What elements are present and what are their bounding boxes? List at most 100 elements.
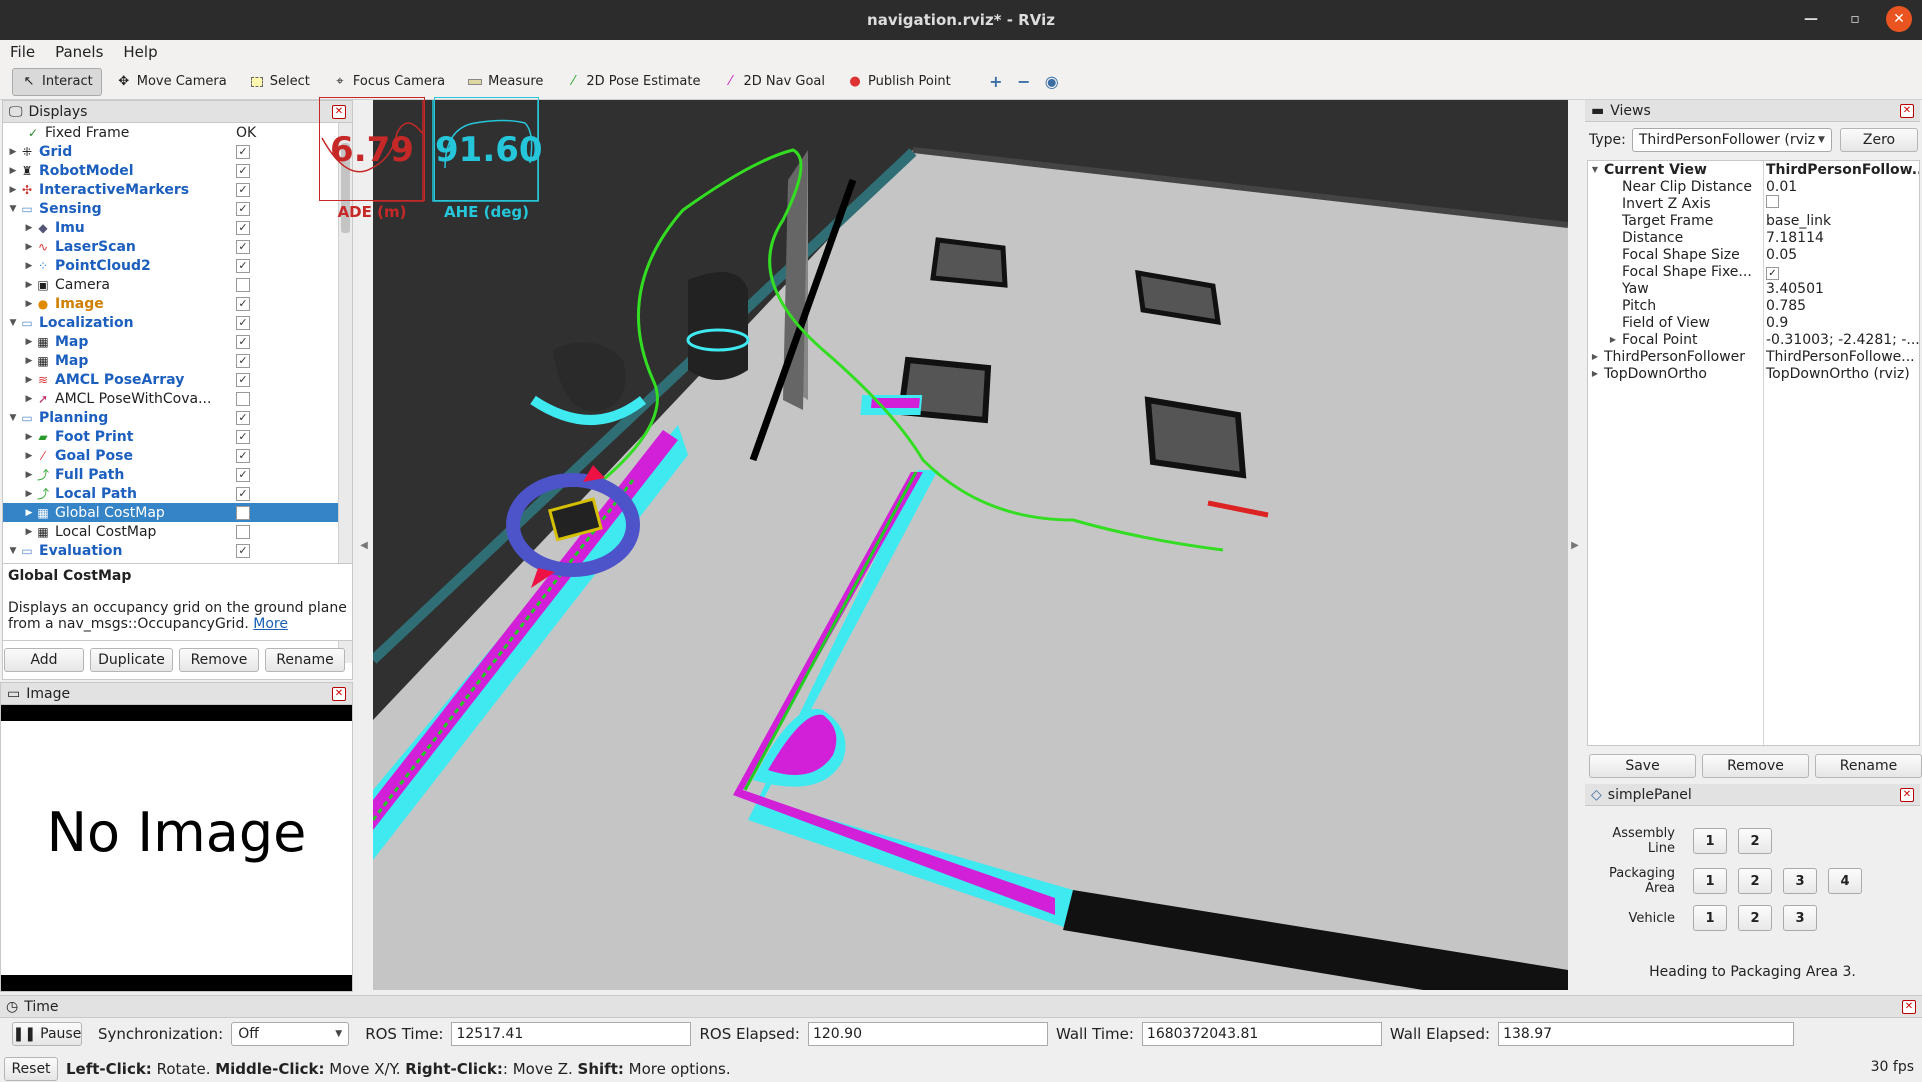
prop-row[interactable]: Distance 7.18114 bbox=[1588, 229, 1919, 246]
visibility-checkbox[interactable]: ✓ bbox=[236, 467, 250, 482]
visibility-checkbox[interactable]: ✓ bbox=[236, 239, 250, 254]
wall-time-field[interactable]: 1680372043.81 bbox=[1141, 1022, 1382, 1046]
pose-estimate-tool-button[interactable]: ⁄ 2D Pose Estimate bbox=[557, 68, 708, 96]
move-camera-tool-button[interactable]: ✥ Move Camera bbox=[108, 68, 235, 96]
tree-row-laserscan[interactable]: ▶ ∿ LaserScan ✓ bbox=[3, 237, 338, 256]
expand-arrow-icon[interactable]: ▶ bbox=[23, 527, 35, 537]
visibility-checkbox[interactable]: ✓ bbox=[236, 410, 250, 425]
tree-row-map[interactable]: ▶ ▦ Map ✓ bbox=[3, 332, 338, 351]
prop-value[interactable]: -0.31003; -2.4281; -... bbox=[1763, 332, 1919, 348]
sync-select[interactable]: Off ▼ bbox=[231, 1022, 350, 1046]
publish-point-tool-button[interactable]: ● Publish Point bbox=[839, 68, 959, 96]
prop-row[interactable]: Focal Shape Fixe... ✓ bbox=[1588, 263, 1919, 280]
expand-arrow-icon[interactable]: ▶ bbox=[1588, 369, 1602, 378]
visibility-checkbox[interactable]: ✓ bbox=[236, 163, 250, 178]
tree-row-amcl-posearray[interactable]: ▶ ≋ AMCL PoseArray ✓ bbox=[3, 370, 338, 389]
collapse-arrow-icon[interactable]: ▼ bbox=[1588, 165, 1602, 174]
prop-row[interactable]: Near Clip Distance 0.01 bbox=[1588, 178, 1919, 195]
prop-row[interactable]: Focal Shape Size 0.05 bbox=[1588, 246, 1919, 263]
right-splitter[interactable]: ▶ bbox=[1568, 100, 1582, 990]
panel-close-icon[interactable]: ✕ bbox=[1900, 103, 1914, 118]
tree-row-planning[interactable]: ▼ ▭ Planning ✓ bbox=[3, 408, 338, 427]
left-splitter[interactable]: ◀ bbox=[358, 100, 370, 990]
panel-close-icon[interactable]: ✕ bbox=[1902, 999, 1916, 1014]
packaging-area-1-button[interactable]: 1 bbox=[1693, 868, 1727, 894]
ros-elapsed-field[interactable]: 120.90 bbox=[807, 1022, 1048, 1046]
tree-row-image[interactable]: ▶ ● Image ✓ bbox=[3, 294, 338, 313]
visibility-checkbox[interactable]: ✓ bbox=[236, 334, 250, 349]
expand-arrow-icon[interactable]: ▶ bbox=[23, 356, 35, 366]
prop-value[interactable]: 7.18114 bbox=[1763, 230, 1919, 246]
tree-row-localpath[interactable]: ▶ ⤴ Local Path ✓ bbox=[3, 484, 338, 503]
expand-arrow-icon[interactable]: ▶ bbox=[23, 394, 35, 404]
view-type-select[interactable]: ThirdPersonFollower (rviz ▼ bbox=[1631, 128, 1832, 152]
panel-close-icon[interactable]: ✕ bbox=[332, 686, 346, 701]
visibility-checkbox[interactable]: ✓ bbox=[236, 353, 250, 368]
menu-panels[interactable]: Panels bbox=[53, 43, 105, 61]
expand-arrow-icon[interactable]: ▶ bbox=[23, 223, 35, 233]
prop-value[interactable]: 0.785 bbox=[1763, 298, 1919, 314]
expand-arrow-icon[interactable]: ▶ bbox=[23, 375, 35, 385]
tree-row-fixed-frame[interactable]: ✓ Fixed Frame OK bbox=[3, 123, 338, 142]
pause-button[interactable]: ❚❚ Pause bbox=[12, 1022, 82, 1046]
expand-arrow-icon[interactable]: ▶ bbox=[1606, 335, 1620, 344]
visibility-checkbox[interactable] bbox=[236, 524, 250, 539]
prop-row[interactable]: Yaw 3.40501 bbox=[1588, 280, 1919, 297]
tree-row-localization[interactable]: ▼ ▭ Localization ✓ bbox=[3, 313, 338, 332]
collapse-arrow-icon[interactable]: ▼ bbox=[7, 546, 19, 556]
visibility-checkbox[interactable] bbox=[236, 391, 250, 406]
remove-view-button[interactable]: Remove bbox=[1702, 754, 1809, 778]
prop-value[interactable]: 0.01 bbox=[1763, 179, 1919, 195]
eye-icon[interactable]: ◉ bbox=[1041, 71, 1063, 93]
packaging-area-4-button[interactable]: 4 bbox=[1828, 868, 1862, 894]
vehicle-2-button[interactable]: 2 bbox=[1738, 905, 1772, 931]
save-view-button[interactable]: Save bbox=[1589, 754, 1696, 778]
tree-row-global-costmap[interactable]: ▶ ▦ Global CostMap bbox=[3, 503, 338, 522]
expand-arrow-icon[interactable]: ▶ bbox=[23, 242, 35, 252]
reset-button[interactable]: Reset bbox=[4, 1056, 58, 1081]
more-link[interactable]: More bbox=[253, 616, 288, 632]
collapse-arrow-icon[interactable]: ▼ bbox=[7, 318, 19, 328]
visibility-checkbox[interactable]: ✓ bbox=[236, 182, 250, 197]
visibility-checkbox[interactable]: ✓ bbox=[236, 258, 250, 273]
visibility-checkbox[interactable]: ✓ bbox=[236, 296, 250, 311]
invert-z-checkbox[interactable] bbox=[1766, 195, 1779, 208]
prop-value[interactable]: base_link bbox=[1763, 213, 1919, 229]
render-viewport[interactable] bbox=[373, 100, 1568, 990]
assembly-line-2-button[interactable]: 2 bbox=[1738, 828, 1772, 854]
visibility-checkbox[interactable] bbox=[236, 277, 250, 292]
tree-row-sensing[interactable]: ▼ ▭ Sensing ✓ bbox=[3, 199, 338, 218]
expand-arrow-icon[interactable]: ▶ bbox=[23, 261, 35, 271]
remove-tool-icon[interactable]: − bbox=[1013, 71, 1035, 93]
expand-arrow-icon[interactable]: ▶ bbox=[23, 432, 35, 442]
visibility-checkbox[interactable]: ✓ bbox=[236, 144, 250, 159]
nav-goal-tool-button[interactable]: ⁄ 2D Nav Goal bbox=[714, 68, 833, 96]
close-icon[interactable]: ✕ bbox=[1886, 6, 1912, 32]
rename-view-button[interactable]: Rename bbox=[1815, 754, 1922, 778]
ros-time-field[interactable]: 12517.41 bbox=[451, 1022, 692, 1046]
tree-row-grid[interactable]: ▶ ⁜ Grid ✓ bbox=[3, 142, 338, 161]
visibility-checkbox[interactable]: ✓ bbox=[236, 429, 250, 444]
expand-arrow-icon[interactable]: ▶ bbox=[23, 337, 35, 347]
tree-row-amcl-posewithcov[interactable]: ▶ ➚ AMCL PoseWithCova... bbox=[3, 389, 338, 408]
prop-value[interactable]: 3.40501 bbox=[1763, 281, 1919, 297]
vehicle-3-button[interactable]: 3 bbox=[1783, 905, 1817, 931]
tree-row-camera[interactable]: ▶ ▣ Camera bbox=[3, 275, 338, 294]
focus-camera-tool-button[interactable]: ⌖ Focus Camera bbox=[324, 68, 453, 96]
tree-row-robotmodel[interactable]: ▶ ♜ RobotModel ✓ bbox=[3, 161, 338, 180]
prop-row[interactable]: Invert Z Axis bbox=[1588, 195, 1919, 212]
wall-elapsed-field[interactable]: 138.97 bbox=[1498, 1022, 1795, 1046]
tree-row-imu[interactable]: ▶ ◆ Imu ✓ bbox=[3, 218, 338, 237]
visibility-checkbox[interactable]: ✓ bbox=[236, 486, 250, 501]
menu-help[interactable]: Help bbox=[121, 43, 159, 61]
visibility-checkbox[interactable]: ✓ bbox=[236, 201, 250, 216]
prop-row[interactable]: Field of View 0.9 bbox=[1588, 314, 1919, 331]
interact-tool-button[interactable]: ↖ Interact bbox=[12, 67, 102, 96]
expand-arrow-icon[interactable]: ▶ bbox=[7, 185, 19, 195]
duplicate-button[interactable]: Duplicate bbox=[90, 648, 173, 672]
tree-row-evaluation[interactable]: ▼ ▭ Evaluation ✓ bbox=[3, 541, 338, 560]
rename-button[interactable]: Rename bbox=[265, 648, 345, 672]
expand-arrow-icon[interactable]: ▶ bbox=[23, 299, 35, 309]
prop-value[interactable]: 0.05 bbox=[1763, 247, 1919, 263]
prop-row[interactable]: ▼ Current View ThirdPersonFollow... bbox=[1588, 161, 1919, 178]
